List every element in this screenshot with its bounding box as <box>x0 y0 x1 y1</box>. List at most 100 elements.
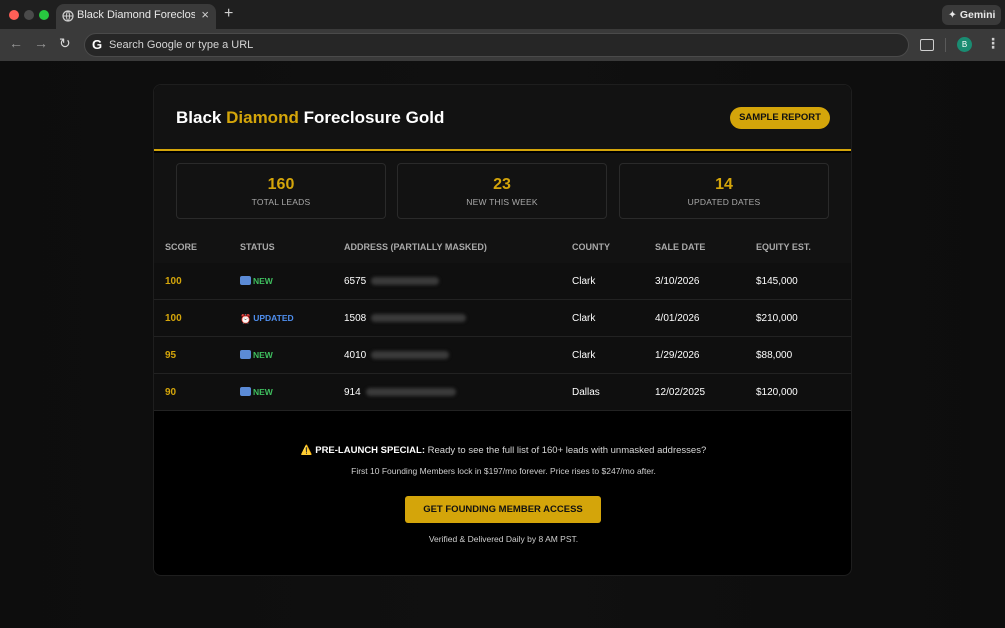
masked-address-blur <box>371 277 440 285</box>
warning-icon: ⚠️ <box>300 445 313 456</box>
address-input[interactable] <box>109 34 889 56</box>
back-arrow-icon[interactable]: ← <box>9 35 23 51</box>
globe-icon <box>62 10 74 22</box>
sale-date-cell: 3/10/2026 <box>655 276 700 287</box>
status-badge: NEW <box>253 276 273 286</box>
new-icon <box>240 387 251 396</box>
close-tab-icon[interactable]: × <box>201 7 209 22</box>
brand-part-1: Black <box>176 108 222 127</box>
score-cell: 95 <box>165 350 177 361</box>
address-cell: 914 <box>344 387 456 398</box>
status-badge: UPDATED <box>253 313 294 323</box>
stat-new-this-week: 23 NEW THIS WEEK <box>397 163 607 219</box>
google-icon: G <box>92 37 103 52</box>
browser-toolbar: ← → ↻ G B ⋮ <box>0 29 1005 61</box>
stat-label: NEW THIS WEEK <box>466 197 538 207</box>
google-lens-icon[interactable] <box>920 39 934 51</box>
promo-strong-label: PRE-LAUNCH SPECIAL: <box>315 445 426 456</box>
new-icon <box>240 350 251 359</box>
close-window-button[interactable] <box>9 10 19 20</box>
status-badge: NEW <box>253 387 273 397</box>
browser-tab[interactable]: Black Diamond Foreclosure G × <box>56 4 216 29</box>
brand-part-2: Foreclosure Gold <box>303 108 445 127</box>
equity-cell: $145,000 <box>756 276 798 287</box>
table-row: 100 NEW 6575 Clark 3/10/2026 $145,000 <box>154 263 851 300</box>
score-cell: 90 <box>165 387 177 398</box>
sale-date-cell: 12/02/2025 <box>655 387 706 398</box>
sale-date-cell: 4/01/2026 <box>655 313 700 324</box>
page-title: Black Diamond Foreclosure Gold <box>176 108 444 128</box>
stat-updated-dates: 14 UPDATED DATES <box>619 163 829 219</box>
column-header-equity: EQUITY EST. <box>756 242 811 252</box>
score-cell: 100 <box>165 276 182 287</box>
table-row: 100 ⏰ UPDATED 1508 Clark 4/01/2026 $210,0… <box>154 300 851 337</box>
forward-arrow-icon[interactable]: → <box>34 35 48 51</box>
new-tab-button[interactable]: + <box>224 5 233 23</box>
county-cell: Clark <box>572 350 596 361</box>
address-number: 6575 <box>344 276 367 287</box>
address-cell: 6575 <box>344 276 440 287</box>
score-cell: 100 <box>165 313 182 324</box>
status-badge: NEW <box>253 350 273 360</box>
profile-avatar[interactable]: B <box>957 37 972 52</box>
column-header-status: STATUS <box>240 242 275 252</box>
equity-cell: $88,000 <box>756 350 793 361</box>
status-cell: ⏰ UPDATED <box>240 313 294 325</box>
masked-address-blur <box>371 314 467 322</box>
brand-accent: Diamond <box>226 108 299 127</box>
promo-headline: ⚠️ PRE-LAUNCH SPECIAL: Ready to see the … <box>154 445 851 456</box>
promo-section: ⚠️ PRE-LAUNCH SPECIAL: Ready to see the … <box>154 412 851 575</box>
masked-address-blur <box>371 351 450 359</box>
gemini-button[interactable]: ✦ Gemini <box>942 5 1001 25</box>
alarm-clock-icon: ⏰ <box>240 314 252 324</box>
address-cell: 1508 <box>344 313 467 324</box>
county-cell: Clark <box>572 313 596 324</box>
stat-label: TOTAL LEADS <box>251 197 311 207</box>
minimize-window-button[interactable] <box>24 10 34 20</box>
reload-icon[interactable]: ↻ <box>59 35 71 52</box>
sample-report-button[interactable]: SAMPLE REPORT <box>730 107 830 129</box>
gemini-label: Gemini <box>959 9 996 21</box>
column-header-score: SCORE <box>165 242 198 252</box>
column-header-county: COUNTY <box>572 242 610 252</box>
new-icon <box>240 276 251 285</box>
report-card: Black Diamond Foreclosure Gold SAMPLE RE… <box>153 84 852 576</box>
address-number: 4010 <box>344 350 367 361</box>
stats-bar: 160 TOTAL LEADS 23 NEW THIS WEEK 14 UPDA… <box>154 153 851 231</box>
address-number: 914 <box>344 387 361 398</box>
county-cell: Dallas <box>572 387 600 398</box>
card-header: Black Diamond Foreclosure Gold SAMPLE RE… <box>154 85 851 151</box>
status-cell: NEW <box>240 387 273 398</box>
county-cell: Clark <box>572 276 596 287</box>
address-cell: 4010 <box>344 350 450 361</box>
equity-cell: $120,000 <box>756 387 798 398</box>
maximize-window-button[interactable] <box>39 10 49 20</box>
page-background: Black Diamond Foreclosure Gold SAMPLE RE… <box>0 61 1005 628</box>
stat-value: 160 <box>267 176 295 193</box>
table-row: 90 NEW 914 Dallas 12/02/2025 $120,000 <box>154 374 851 411</box>
founding-member-access-button[interactable]: GET FOUNDING MEMBER ACCESS <box>405 496 601 523</box>
tab-title: Black Diamond Foreclosure G <box>77 9 195 21</box>
stat-label: UPDATED DATES <box>687 197 761 207</box>
table-header: SCORE STATUS ADDRESS (PARTIALLY MASKED) … <box>154 231 851 263</box>
table-row: 95 NEW 4010 Clark 1/29/2026 $88,000 <box>154 337 851 374</box>
toolbar-divider <box>945 38 946 52</box>
stat-value: 23 <box>493 176 511 193</box>
promo-subline: First 10 Founding Members lock in $197/m… <box>351 466 656 476</box>
column-header-address: ADDRESS (PARTIALLY MASKED) <box>344 242 487 252</box>
equity-cell: $210,000 <box>756 313 798 324</box>
menu-icon[interactable]: ⋮ <box>986 35 1000 52</box>
masked-address-blur <box>365 388 456 396</box>
promo-footer: Verified & Delivered Daily by 8 AM PST. <box>428 534 579 544</box>
column-header-sale-date: SALE DATE <box>655 242 706 252</box>
address-bar[interactable]: G <box>84 33 909 57</box>
stat-value: 14 <box>715 176 733 193</box>
status-cell: NEW <box>240 350 273 361</box>
sparkle-icon: ✦ <box>948 9 957 21</box>
promo-headline-text: Ready to see the full list of 160+ leads… <box>427 445 707 456</box>
address-number: 1508 <box>344 313 367 324</box>
browser-tab-bar: Black Diamond Foreclosure G × + ✦Gemini <box>0 0 1005 29</box>
stat-total-leads: 160 TOTAL LEADS <box>176 163 386 219</box>
status-cell: NEW <box>240 276 273 287</box>
sale-date-cell: 1/29/2026 <box>655 350 700 361</box>
